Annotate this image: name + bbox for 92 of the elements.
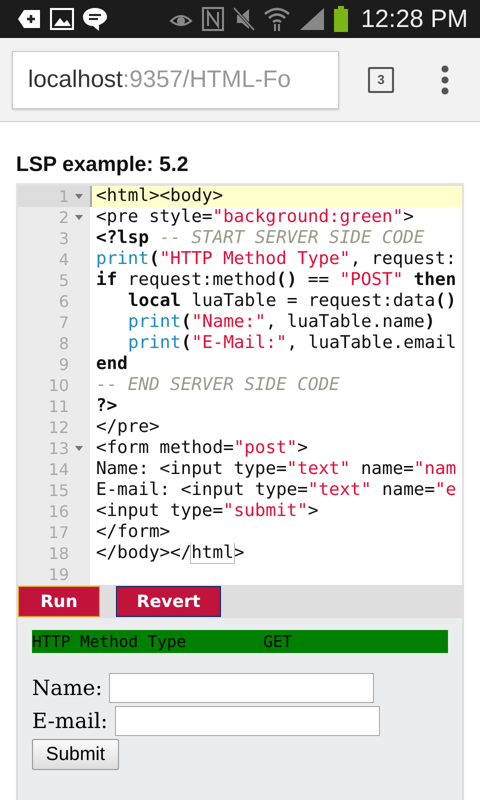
battery-icon (334, 6, 348, 32)
nfc-icon (202, 7, 224, 31)
line-number: 19 (48, 565, 69, 584)
field-label: Name: (32, 676, 102, 700)
code-keyword: ( (180, 312, 192, 332)
line-number: 15 (48, 481, 69, 500)
code-builtin: print (128, 312, 181, 332)
clock-time: 12:28 PM (360, 4, 468, 34)
add-notification-icon (18, 8, 42, 30)
input-field[interactable] (114, 706, 380, 736)
line-number: 10 (48, 376, 69, 395)
code-text: name= (381, 480, 435, 500)
submit-button[interactable]: Submit (32, 739, 119, 770)
code-text: > (403, 207, 414, 227)
code-keyword: ?> (96, 396, 118, 416)
message-icon (82, 7, 108, 31)
code-string: "text" (308, 480, 372, 500)
code-comment: -- START SERVER SIDE CODE (158, 228, 424, 248)
code-keyword: () (276, 270, 298, 290)
code-text: <input type= (96, 501, 224, 521)
line-number: 7 (58, 313, 69, 332)
code-keyword: if (96, 270, 118, 290)
line-number: 6 (58, 292, 69, 311)
editor-action-button[interactable]: Run (18, 586, 100, 617)
code-text: <html><body> (96, 186, 224, 206)
line-number: 12 (48, 418, 69, 437)
code-string: "submit" (223, 501, 308, 521)
code-string: "E-Mail:" (192, 333, 287, 353)
wifi-icon (264, 6, 290, 32)
code-builtin: print (96, 249, 149, 269)
line-number: 3 (58, 229, 69, 248)
code-string: "POST" (340, 270, 404, 290)
input-field[interactable] (109, 673, 374, 703)
code-string: "e (434, 480, 456, 500)
line-number: 14 (48, 460, 69, 479)
code-string: "background:green" (212, 207, 404, 227)
line-number: 18 (48, 544, 69, 563)
code-string: "text" (286, 459, 350, 479)
code-editor[interactable] (16, 183, 464, 585)
fold-arrow-icon[interactable] (75, 446, 83, 451)
menu-icon[interactable] (441, 64, 449, 94)
code-keyword: local (128, 291, 181, 311)
field-label: E-mail: (32, 709, 108, 733)
code-keyword: then (412, 270, 456, 290)
code-string: "HTTP Method Type" (160, 249, 350, 269)
code-string: "nam (414, 459, 456, 479)
line-number: 16 (48, 502, 69, 521)
tab-count-button[interactable]: 3 (368, 66, 394, 92)
code-text: , luaTable.email (286, 333, 456, 353)
code-text: </body></ (96, 543, 192, 563)
code-string: "post" (234, 438, 298, 458)
fold-arrow-icon[interactable] (75, 194, 83, 199)
fold-arrow-icon[interactable] (75, 215, 83, 220)
line-number: 9 (58, 355, 69, 374)
code-keyword: <?lsp (96, 228, 149, 248)
signal-icon (298, 7, 325, 31)
code-keyword: ( (148, 249, 160, 269)
line-number: 11 (48, 397, 69, 416)
code-builtin: print (128, 333, 181, 353)
code-text: </pre> (96, 417, 160, 437)
line-number: 2 (58, 208, 69, 227)
section-heading: LSP example: 5.2 (16, 152, 190, 178)
line-number: 5 (58, 271, 69, 290)
output-text: HTTP Method Type GET (32, 630, 448, 653)
code-keyword: ( (180, 333, 192, 353)
code-keyword: end (96, 354, 128, 374)
line-number: 17 (48, 523, 69, 542)
matched-bracket-text: html (191, 543, 234, 563)
editor-action-button[interactable]: Revert (116, 586, 221, 617)
code-text: name= (360, 459, 414, 479)
mute-icon (232, 7, 255, 31)
code-text: Name: <input type= (96, 459, 287, 479)
code-text: request:method (126, 270, 276, 290)
line-number: 8 (58, 334, 69, 353)
code-keyword: ) (424, 312, 436, 332)
url-field[interactable]: localhost:9357/HTML-Fo (12, 50, 339, 108)
image-icon (50, 8, 74, 30)
code-keyword: () (435, 291, 456, 311)
code-text: > (297, 438, 308, 458)
code-text: , request: (350, 249, 456, 269)
code-text: luaTable = request:data (190, 291, 436, 311)
code-text: == (306, 270, 330, 290)
code-comment: -- END SERVER SIDE CODE (96, 375, 340, 395)
code-text: , luaTable.name (266, 312, 425, 332)
code-text: > (308, 501, 318, 521)
code-string: "Name:" (192, 312, 266, 332)
line-number: 13 (48, 439, 69, 458)
line-number: 4 (58, 250, 69, 269)
code-text: </form> (96, 522, 170, 542)
code-text: E-mail: <input type= (96, 480, 308, 500)
code-text: <form method= (96, 438, 234, 458)
code-text: <pre style= (96, 207, 213, 227)
